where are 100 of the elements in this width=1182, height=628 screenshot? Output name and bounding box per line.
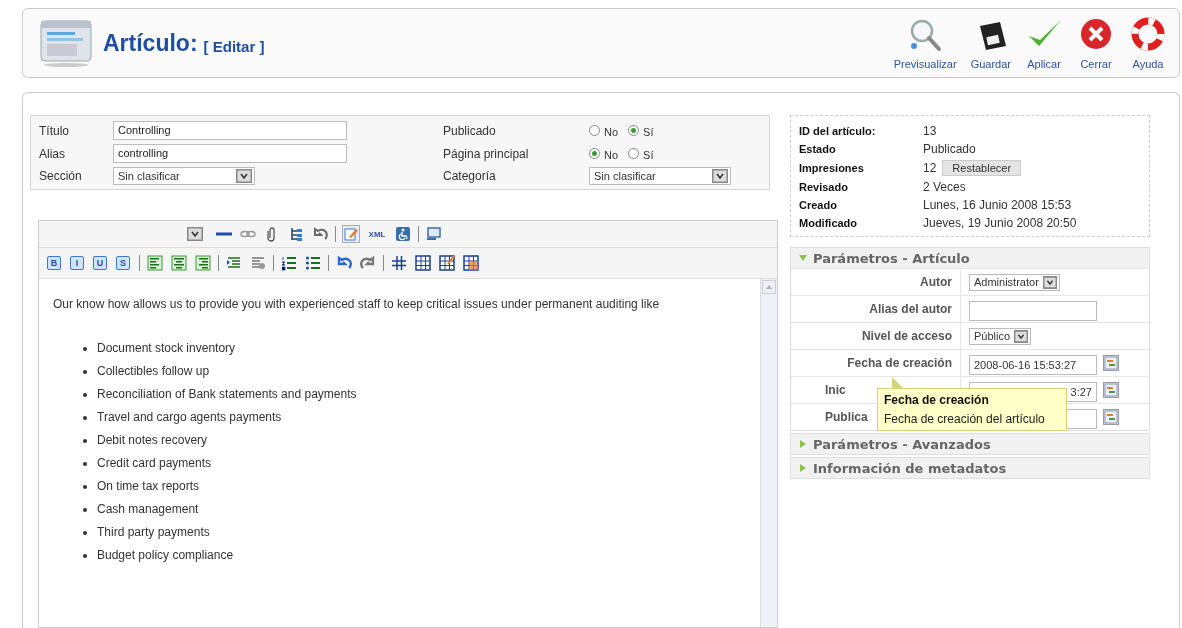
format-button[interactable]: S <box>116 256 130 270</box>
bullet-icon <box>83 438 87 443</box>
xml-button[interactable]: XML <box>366 225 388 243</box>
field-label: Alias <box>39 146 66 161</box>
radio-button[interactable] <box>589 148 600 159</box>
calendar-button[interactable] <box>1103 409 1119 425</box>
list-item: Third party payments <box>97 525 210 540</box>
undo-button[interactable] <box>311 225 329 243</box>
info-label: ID del artículo: <box>799 125 877 137</box>
toolbar-button[interactable]: Previsualizar <box>889 16 961 70</box>
param-label: Autor <box>791 269 961 295</box>
info-label: Revisado <box>799 181 849 193</box>
caret-icon <box>1042 275 1057 289</box>
dropdown[interactable]: Público <box>969 327 1032 345</box>
radio-label: No <box>604 126 619 138</box>
date-field[interactable]: 2008-06-16 15:53:27 <box>969 355 1097 375</box>
undo-button[interactable] <box>335 254 353 272</box>
bullet-icon <box>83 530 87 535</box>
table-button[interactable] <box>390 254 408 272</box>
bullet-icon <box>83 369 87 374</box>
redo-button[interactable] <box>359 254 377 272</box>
list-item: Budget policy compliance <box>97 548 234 563</box>
dropdown[interactable]: Administrator <box>969 273 1060 291</box>
scrollbar[interactable] <box>760 279 777 627</box>
info-value: Jueves, 19 Junio 2008 20:50 <box>923 216 1077 230</box>
param-label: Alias del autor <box>791 296 961 322</box>
align-left-button[interactable] <box>146 254 164 272</box>
triangle-down-icon <box>799 254 807 262</box>
dropdown[interactable]: Sin clasificar <box>113 167 255 185</box>
info-value: Lunes, 16 Junio 2008 15:53 <box>923 198 1072 212</box>
bullet-icon <box>83 346 87 351</box>
redo-icon <box>360 255 376 271</box>
outdent-button[interactable] <box>249 254 267 272</box>
undo-icon <box>312 226 328 242</box>
page-title: Artículo: <box>103 29 198 57</box>
calendar-icon <box>1104 383 1118 397</box>
field-label: Categoría <box>443 169 497 183</box>
radio-button[interactable] <box>628 148 640 159</box>
align-left-icon <box>147 255 163 271</box>
calendar-button[interactable] <box>1103 355 1119 371</box>
table-cell-icon <box>463 255 479 271</box>
caret-icon <box>1014 329 1029 343</box>
dropdown-value: Administrator <box>974 276 1039 288</box>
calendar-icon <box>1104 356 1118 370</box>
bullet-list-button[interactable] <box>304 254 322 272</box>
text-field[interactable] <box>969 301 1097 321</box>
reset-button[interactable]: Restablecer <box>942 160 1022 176</box>
text-field[interactable]: controlling <box>113 144 347 163</box>
pencil-button[interactable] <box>342 225 360 243</box>
info-label: Impresiones <box>799 162 865 174</box>
list-item: Reconciliation of Bank statements and payments <box>97 387 357 402</box>
table-icon <box>415 255 431 271</box>
table-button[interactable] <box>414 254 432 272</box>
bullet-icon <box>83 507 87 512</box>
outdent-icon <box>250 255 266 271</box>
panel-header[interactable]: Parámetros - Avanzados <box>791 434 1149 454</box>
accessibility-button[interactable] <box>394 225 412 243</box>
dropdown-value: Sin clasificar <box>594 170 656 182</box>
param-label: Nivel de acceso <box>791 323 961 349</box>
info-value: Publicado <box>923 142 976 156</box>
list-item: On time tax reports <box>97 479 200 494</box>
bullet-list-icon <box>305 255 321 271</box>
bullet-icon <box>83 415 87 420</box>
info-label: Estado <box>799 143 837 155</box>
calendar-button[interactable] <box>1103 382 1119 398</box>
table-cell-button[interactable] <box>462 254 480 272</box>
page-subtitle: [ Editar ] <box>203 37 265 55</box>
caret-icon <box>236 169 252 183</box>
align-right-button[interactable] <box>194 254 212 272</box>
paragraph: Our know how allows us to provide you with experienced staff to keep critical issues under permanent auditing like <box>53 297 661 311</box>
toolbar-button[interactable]: Ayuda <box>1125 16 1171 70</box>
radio-button[interactable] <box>628 125 640 136</box>
format-button[interactable]: I <box>70 256 84 270</box>
toolbar-button[interactable]: Cerrar <box>1073 16 1119 70</box>
bullet-icon <box>83 461 87 466</box>
list-item: Collectibles follow up <box>97 364 210 379</box>
panel-header[interactable]: Parámetros - Artículo <box>791 248 1149 268</box>
radio-label: Sí <box>643 149 654 161</box>
accessibility-icon <box>395 226 411 242</box>
radio-label: No <box>604 149 619 161</box>
table-edit-button[interactable] <box>438 254 456 272</box>
text-field[interactable]: Controlling <box>113 121 347 140</box>
format-button[interactable]: U <box>93 256 107 270</box>
toolbar-button[interactable]: Guardar <box>966 16 1015 70</box>
align-center-button[interactable] <box>170 254 188 272</box>
dropdown-value: Público <box>974 330 1011 342</box>
format-button[interactable]: B <box>47 256 61 270</box>
dropdown[interactable]: Sin clasificar <box>589 167 731 185</box>
toolbar-button[interactable]: Aplicar <box>1021 16 1067 70</box>
radio-button[interactable] <box>589 125 600 136</box>
table-icon <box>391 255 407 271</box>
param-label: Fecha de creación <box>791 350 961 376</box>
panel-header[interactable]: Información de metadatos <box>791 458 1149 478</box>
field-label: Sección <box>39 169 83 183</box>
tree-icon <box>288 226 304 242</box>
list-item: Debit notes recovery <box>97 433 208 448</box>
monitor-button[interactable] <box>425 225 443 243</box>
list-item: Travel and cargo agents payments <box>97 410 282 425</box>
info-label: Modificado <box>799 217 859 229</box>
numbered-list-button[interactable] <box>280 254 298 272</box>
